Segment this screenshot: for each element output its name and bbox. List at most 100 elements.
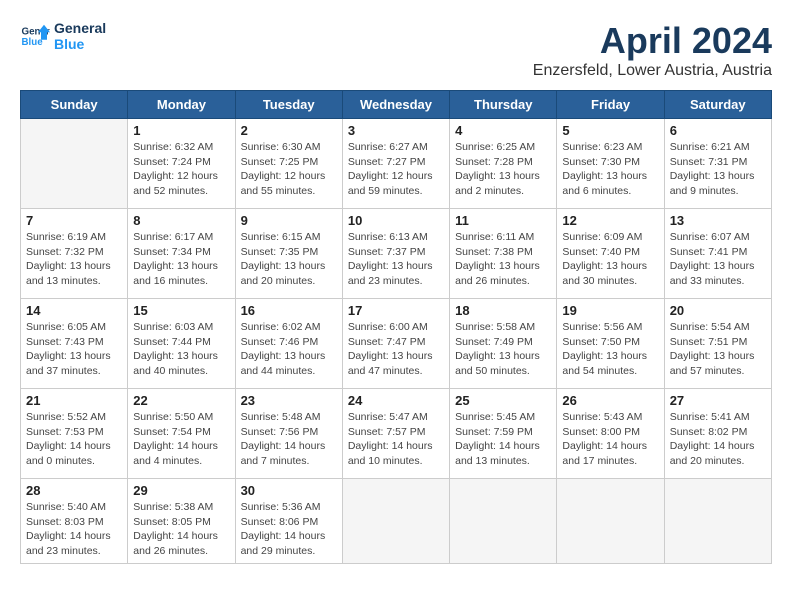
logo: General Blue General Blue (20, 20, 106, 52)
day-info: Sunrise: 6:11 AMSunset: 7:38 PMDaylight:… (455, 230, 551, 289)
day-number: 13 (670, 213, 766, 228)
day-number: 16 (241, 303, 337, 318)
calendar-cell: 1 Sunrise: 6:32 AMSunset: 7:24 PMDaylight… (128, 119, 235, 209)
day-info: Sunrise: 6:23 AMSunset: 7:30 PMDaylight:… (562, 140, 658, 199)
day-info: Sunrise: 6:03 AMSunset: 7:44 PMDaylight:… (133, 320, 229, 379)
calendar-cell: 13 Sunrise: 6:07 AMSunset: 7:41 PMDayligh… (664, 209, 771, 299)
day-number: 4 (455, 123, 551, 138)
day-info: Sunrise: 6:00 AMSunset: 7:47 PMDaylight:… (348, 320, 444, 379)
calendar-cell: 17 Sunrise: 6:00 AMSunset: 7:47 PMDayligh… (342, 299, 449, 389)
day-info: Sunrise: 6:21 AMSunset: 7:31 PMDaylight:… (670, 140, 766, 199)
calendar-cell (21, 119, 128, 209)
title-block: April 2024 Enzersfeld, Lower Austria, Au… (533, 20, 772, 80)
day-info: Sunrise: 6:30 AMSunset: 7:25 PMDaylight:… (241, 140, 337, 199)
weekday-header-wednesday: Wednesday (342, 91, 449, 119)
day-number: 30 (241, 483, 337, 498)
day-number: 26 (562, 393, 658, 408)
calendar-cell (450, 479, 557, 564)
calendar-cell: 8 Sunrise: 6:17 AMSunset: 7:34 PMDaylight… (128, 209, 235, 299)
day-info: Sunrise: 5:56 AMSunset: 7:50 PMDaylight:… (562, 320, 658, 379)
day-info: Sunrise: 6:15 AMSunset: 7:35 PMDaylight:… (241, 230, 337, 289)
day-info: Sunrise: 5:36 AMSunset: 8:06 PMDaylight:… (241, 500, 337, 559)
day-info: Sunrise: 6:07 AMSunset: 7:41 PMDaylight:… (670, 230, 766, 289)
calendar-cell: 29Sunrise: 5:38 AMSunset: 8:05 PMDayligh… (128, 479, 235, 564)
day-number: 8 (133, 213, 229, 228)
weekday-header-tuesday: Tuesday (235, 91, 342, 119)
calendar-cell: 7 Sunrise: 6:19 AMSunset: 7:32 PMDaylight… (21, 209, 128, 299)
day-number: 20 (670, 303, 766, 318)
day-info: Sunrise: 5:54 AMSunset: 7:51 PMDaylight:… (670, 320, 766, 379)
logo-icon: General Blue (20, 21, 50, 51)
day-number: 23 (241, 393, 337, 408)
calendar-cell: 25Sunrise: 5:45 AMSunset: 7:59 PMDayligh… (450, 389, 557, 479)
day-info: Sunrise: 5:40 AMSunset: 8:03 PMDaylight:… (26, 500, 122, 559)
calendar-cell: 10 Sunrise: 6:13 AMSunset: 7:37 PMDayligh… (342, 209, 449, 299)
day-info: Sunrise: 6:13 AMSunset: 7:37 PMDaylight:… (348, 230, 444, 289)
weekday-header-thursday: Thursday (450, 91, 557, 119)
calendar-cell: 11 Sunrise: 6:11 AMSunset: 7:38 PMDayligh… (450, 209, 557, 299)
calendar-cell: 6 Sunrise: 6:21 AMSunset: 7:31 PMDaylight… (664, 119, 771, 209)
calendar-cell: 3 Sunrise: 6:27 AMSunset: 7:27 PMDaylight… (342, 119, 449, 209)
day-info: Sunrise: 6:09 AMSunset: 7:40 PMDaylight:… (562, 230, 658, 289)
day-number: 27 (670, 393, 766, 408)
weekday-header-row: SundayMondayTuesdayWednesdayThursdayFrid… (21, 91, 772, 119)
day-number: 18 (455, 303, 551, 318)
calendar-table: SundayMondayTuesdayWednesdayThursdayFrid… (20, 90, 772, 564)
day-number: 21 (26, 393, 122, 408)
day-number: 11 (455, 213, 551, 228)
day-number: 22 (133, 393, 229, 408)
day-info: Sunrise: 5:43 AMSunset: 8:00 PMDaylight:… (562, 410, 658, 469)
svg-text:Blue: Blue (22, 37, 44, 48)
calendar-cell: 5Sunrise: 6:23 AMSunset: 7:30 PMDaylight… (557, 119, 664, 209)
calendar-cell: 28Sunrise: 5:40 AMSunset: 8:03 PMDayligh… (21, 479, 128, 564)
day-number: 14 (26, 303, 122, 318)
day-number: 25 (455, 393, 551, 408)
day-info: Sunrise: 6:32 AMSunset: 7:24 PMDaylight:… (133, 140, 229, 199)
day-info: Sunrise: 6:27 AMSunset: 7:27 PMDaylight:… (348, 140, 444, 199)
day-number: 9 (241, 213, 337, 228)
week-row-4: 28Sunrise: 5:40 AMSunset: 8:03 PMDayligh… (21, 479, 772, 564)
calendar-cell: 23Sunrise: 5:48 AMSunset: 7:56 PMDayligh… (235, 389, 342, 479)
day-number: 2 (241, 123, 337, 138)
weekday-header-saturday: Saturday (664, 91, 771, 119)
week-row-3: 21 Sunrise: 5:52 AMSunset: 7:53 PMDayligh… (21, 389, 772, 479)
calendar-cell: 22Sunrise: 5:50 AMSunset: 7:54 PMDayligh… (128, 389, 235, 479)
calendar-cell: 18 Sunrise: 5:58 AMSunset: 7:49 PMDayligh… (450, 299, 557, 389)
calendar-cell: 27 Sunrise: 5:41 AMSunset: 8:02 PMDayligh… (664, 389, 771, 479)
day-number: 6 (670, 123, 766, 138)
week-row-0: 1 Sunrise: 6:32 AMSunset: 7:24 PMDaylight… (21, 119, 772, 209)
calendar-cell: 2 Sunrise: 6:30 AMSunset: 7:25 PMDaylight… (235, 119, 342, 209)
day-info: Sunrise: 6:02 AMSunset: 7:46 PMDaylight:… (241, 320, 337, 379)
calendar-cell: 20 Sunrise: 5:54 AMSunset: 7:51 PMDayligh… (664, 299, 771, 389)
day-info: Sunrise: 5:52 AMSunset: 7:53 PMDaylight:… (26, 410, 122, 469)
day-number: 19 (562, 303, 658, 318)
weekday-header-sunday: Sunday (21, 91, 128, 119)
logo-general: General (54, 20, 106, 36)
calendar-cell: 26 Sunrise: 5:43 AMSunset: 8:00 PMDayligh… (557, 389, 664, 479)
calendar-cell: 12Sunrise: 6:09 AMSunset: 7:40 PMDayligh… (557, 209, 664, 299)
page-header: General Blue General Blue April 2024 Enz… (20, 20, 772, 80)
day-number: 15 (133, 303, 229, 318)
day-number: 1 (133, 123, 229, 138)
day-number: 3 (348, 123, 444, 138)
day-number: 17 (348, 303, 444, 318)
calendar-cell: 15 Sunrise: 6:03 AMSunset: 7:44 PMDayligh… (128, 299, 235, 389)
day-number: 24 (348, 393, 444, 408)
calendar-cell (664, 479, 771, 564)
day-info: Sunrise: 5:58 AMSunset: 7:49 PMDaylight:… (455, 320, 551, 379)
day-number: 10 (348, 213, 444, 228)
day-number: 29 (133, 483, 229, 498)
day-info: Sunrise: 6:05 AMSunset: 7:43 PMDaylight:… (26, 320, 122, 379)
location-title: Enzersfeld, Lower Austria, Austria (533, 62, 772, 80)
calendar-cell (557, 479, 664, 564)
weekday-header-monday: Monday (128, 91, 235, 119)
calendar-cell: 30 Sunrise: 5:36 AMSunset: 8:06 PMDayligh… (235, 479, 342, 564)
calendar-cell: 21 Sunrise: 5:52 AMSunset: 7:53 PMDayligh… (21, 389, 128, 479)
day-info: Sunrise: 5:41 AMSunset: 8:02 PMDaylight:… (670, 410, 766, 469)
calendar-cell: 14 Sunrise: 6:05 AMSunset: 7:43 PMDayligh… (21, 299, 128, 389)
day-info: Sunrise: 6:19 AMSunset: 7:32 PMDaylight:… (26, 230, 122, 289)
weekday-header-friday: Friday (557, 91, 664, 119)
day-info: Sunrise: 6:17 AMSunset: 7:34 PMDaylight:… (133, 230, 229, 289)
day-info: Sunrise: 6:25 AMSunset: 7:28 PMDaylight:… (455, 140, 551, 199)
day-number: 7 (26, 213, 122, 228)
